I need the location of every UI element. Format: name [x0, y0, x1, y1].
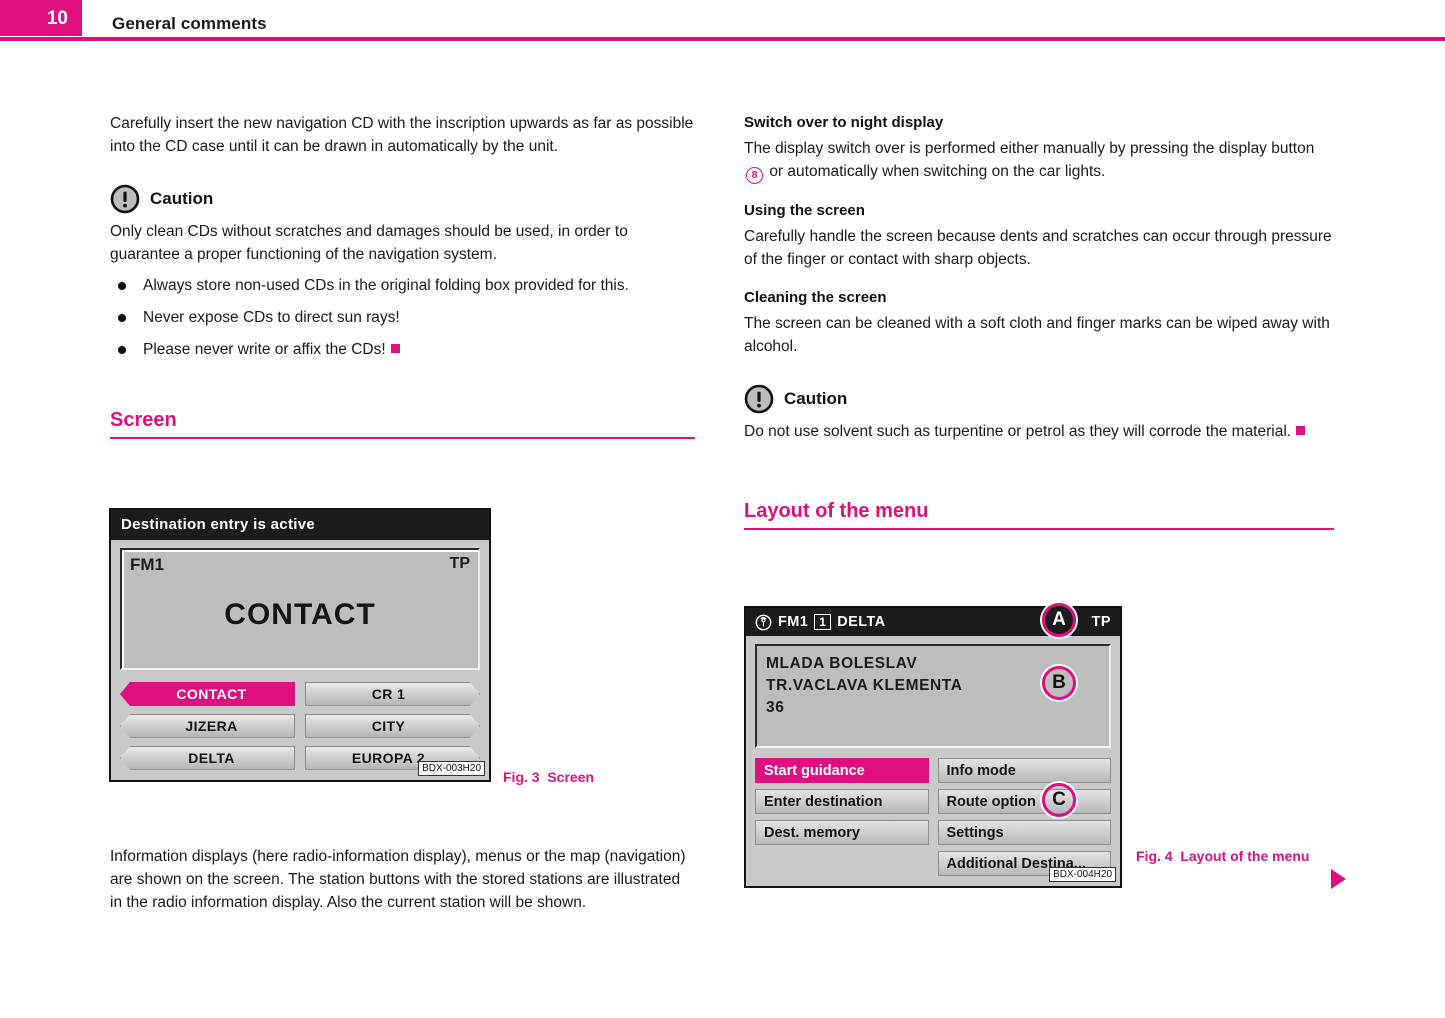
figure-4-caption: Fig. 4 Layout of the menu [1136, 847, 1311, 866]
header-divider [0, 37, 1445, 41]
menu-button-info-mode[interactable]: Info mode [937, 758, 1111, 783]
list-item: Please never write or affix the CDs! [110, 338, 695, 361]
figure-4-number: Fig. 4 [1136, 848, 1173, 864]
callout-c: C [1042, 783, 1076, 817]
night-display-text-after: or automatically when switching on the c… [769, 163, 1106, 180]
caution-exclamation-icon [744, 384, 774, 414]
subheading-night-display: Switch over to night display [744, 114, 944, 131]
menu-tp-indicator: TP [1091, 614, 1111, 630]
caution-exclamation-icon [110, 184, 140, 214]
figure-3-title: Screen [547, 769, 595, 785]
night-display-text-before: The display switch over is performed eit… [744, 140, 1315, 157]
caution-heading-left: Caution [110, 184, 695, 214]
figure-3: Destination entry is active FM1 TP CONTA… [109, 508, 491, 782]
night-display-paragraph: The display switch over is performed eit… [744, 137, 1334, 184]
screen-body: FM1 TP CONTACT CONTACT JIZERA DELTA CR 1… [111, 540, 489, 780]
station-buttons-left: CONTACT JIZERA DELTA [120, 682, 295, 770]
caution-label-right: Caution [784, 389, 848, 408]
menu-button-start-guidance[interactable]: Start guidance [755, 758, 929, 783]
menu-preset-number: 1 [814, 614, 832, 630]
caution-text-right-body: Do not use solvent such as turpentine or… [744, 423, 1292, 440]
menu-button-dest-memory[interactable]: Dest. memory [755, 820, 929, 845]
bullet-text: Never expose CDs to direct sun rays! [143, 309, 400, 326]
station-button-city[interactable]: CITY [305, 714, 480, 738]
subheading-cleaning-screen: Cleaning the screen [744, 289, 887, 306]
station-button-grid: CONTACT JIZERA DELTA CR 1 CITY EUROPA 2 [120, 682, 480, 770]
page-title: General comments [112, 14, 267, 33]
cleaning-screen-paragraph: The screen can be cleaned with a soft cl… [744, 315, 1330, 355]
screen-titlebar: Destination entry is active [111, 510, 489, 540]
bullet-text: Always store non-used CDs in the origina… [143, 277, 629, 294]
figure-3-caption: Fig. 3 Screen [503, 768, 683, 787]
menu-station-label: DELTA [837, 614, 886, 630]
end-of-section-marker [390, 344, 400, 353]
page-number-block: 10 [0, 0, 82, 36]
using-screen-paragraph: Carefully handle the screen because dent… [744, 228, 1332, 268]
caution-label-left: Caution [150, 189, 214, 208]
end-of-section-marker [1296, 426, 1306, 435]
figure-4: FM1 1 DELTA TP MLADA BOLESLAV TR.VACLAVA… [744, 603, 1122, 888]
station-button-contact[interactable]: CONTACT [120, 682, 295, 706]
figure-3-number: Fig. 3 [503, 769, 540, 785]
subheading-using-screen: Using the screen [744, 202, 865, 219]
tp-indicator: TP [449, 555, 470, 572]
radio-info-box: FM1 TP CONTACT [120, 548, 480, 670]
callout-b: B [1042, 666, 1076, 700]
section-heading-screen: Screen [110, 409, 177, 431]
section-rule [744, 528, 1334, 530]
figure-4-title: Layout of the menu [1180, 848, 1310, 864]
menu-button-settings[interactable]: Settings [937, 820, 1111, 845]
station-button-delta[interactable]: DELTA [120, 746, 295, 770]
band-label: FM1 [130, 555, 164, 574]
radio-screen-graphic: Destination entry is active FM1 TP CONTA… [109, 508, 491, 782]
menu-button-route-option[interactable]: Route option [937, 789, 1111, 814]
section-heading-layout-menu: Layout of the menu [744, 500, 929, 522]
bullet-text: Please never write or affix the CDs! [143, 341, 386, 358]
intro-paragraph: Carefully insert the new navigation CD w… [110, 115, 694, 155]
menu-screen-graphic: FM1 1 DELTA TP MLADA BOLESLAV TR.VACLAVA… [744, 606, 1122, 888]
left-column: Carefully insert the new navigation CD w… [110, 112, 695, 439]
figure-code-tag: BDX-003H20 [418, 761, 485, 776]
antenna-broadcast-icon [755, 614, 772, 631]
menu-buttons-left: Start guidance Enter destination Dest. m… [755, 758, 929, 876]
current-station-label: CONTACT [224, 598, 376, 631]
menu-buttons-right: Info mode Route option Settings Addition… [937, 758, 1111, 876]
menu-button-enter-destination[interactable]: Enter destination [755, 789, 929, 814]
callout-a: A [1042, 603, 1076, 637]
station-buttons-right: CR 1 CITY EUROPA 2 [305, 682, 480, 770]
station-button-cr1[interactable]: CR 1 [305, 682, 480, 706]
next-page-arrow-icon[interactable] [1331, 869, 1346, 889]
list-item: Always store non-used CDs in the origina… [110, 274, 695, 297]
left-column-closing: Information displays (here radio-informa… [110, 845, 695, 914]
station-button-jizera[interactable]: JIZERA [120, 714, 295, 738]
menu-band-label: FM1 [778, 614, 809, 630]
closing-paragraph: Information displays (here radio-informa… [110, 848, 686, 911]
page-number: 10 [46, 7, 68, 29]
caution-heading-right: Caution [744, 384, 1334, 414]
list-item: Never expose CDs to direct sun rays! [110, 306, 695, 329]
page-header: 10 General comments [0, 0, 1445, 42]
menu-button-grid: Start guidance Enter destination Dest. m… [755, 758, 1111, 876]
address-line-number: 36 [766, 699, 785, 716]
reference-marker-8: 8 [746, 167, 763, 184]
cd-care-bullet-list: Always store non-used CDs in the origina… [110, 274, 695, 361]
figure-code-tag: BDX-004H20 [1049, 867, 1116, 882]
section-rule [110, 437, 695, 439]
right-column: Switch over to night display The display… [744, 112, 1334, 530]
caution-text-left: Only clean CDs without scratches and dam… [110, 223, 628, 263]
caution-text-right: Do not use solvent such as turpentine or… [744, 420, 1334, 443]
